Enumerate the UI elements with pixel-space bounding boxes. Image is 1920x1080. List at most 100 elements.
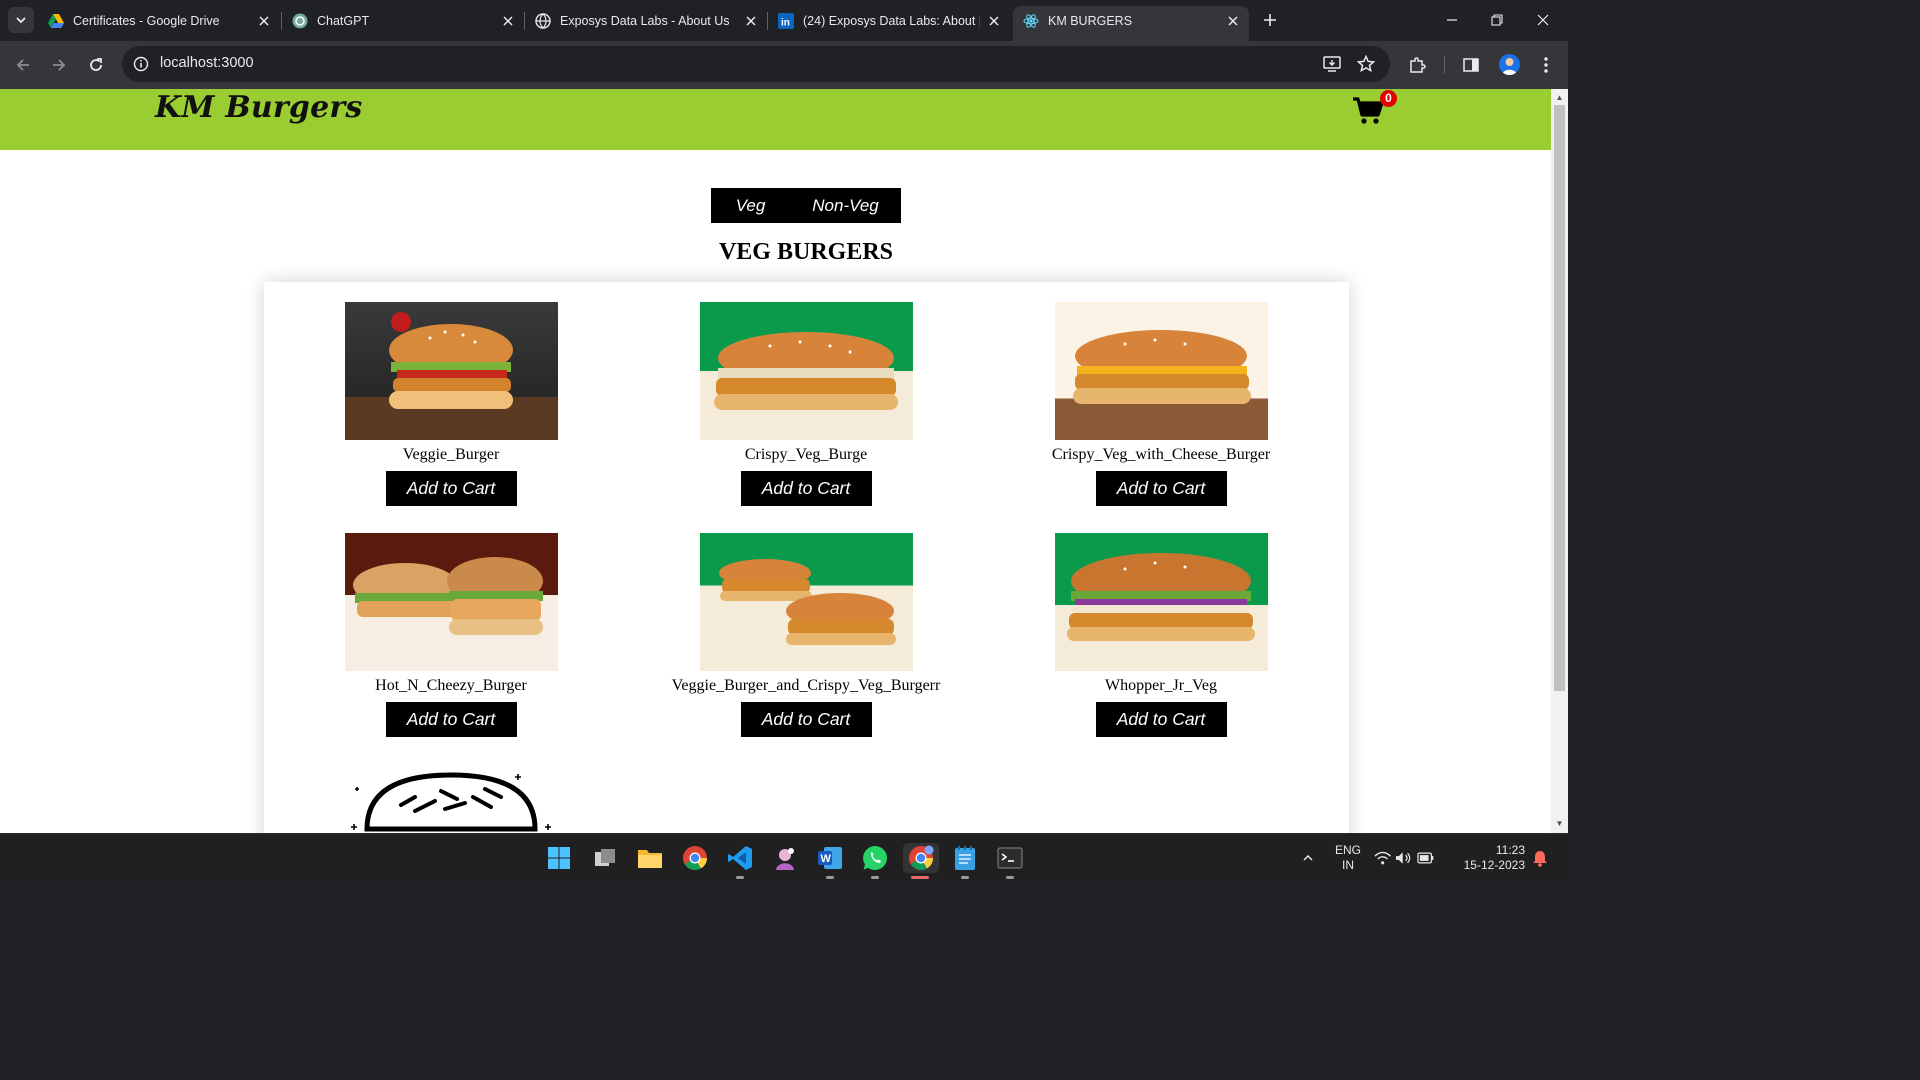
forward-button[interactable] bbox=[47, 53, 71, 77]
restore-button[interactable] bbox=[1484, 8, 1510, 32]
task-view-icon[interactable] bbox=[590, 843, 620, 873]
close-icon[interactable] bbox=[256, 13, 272, 29]
battery-icon bbox=[1416, 852, 1434, 864]
burger-image bbox=[1054, 533, 1268, 671]
burger-image bbox=[1054, 302, 1268, 440]
tab-google-drive[interactable]: Certificates - Google Drive bbox=[48, 6, 272, 35]
word-icon[interactable]: W bbox=[815, 843, 845, 873]
file-explorer-icon[interactable] bbox=[635, 843, 665, 873]
tab-linkedin[interactable]: in (24) Exposys Data Labs: About | bbox=[778, 6, 1002, 35]
page-scrollbar[interactable]: ▲ ▼ bbox=[1551, 89, 1568, 833]
tab-title: ChatGPT bbox=[317, 13, 370, 28]
scroll-down-icon[interactable]: ▼ bbox=[1555, 819, 1564, 828]
svg-text:W: W bbox=[821, 853, 832, 865]
reload-button[interactable] bbox=[84, 53, 108, 77]
show-hidden-icons-chevron-icon[interactable] bbox=[1296, 843, 1320, 873]
windows-taskbar: W ENG IN 11:23 15-12-2023 bbox=[0, 833, 1568, 882]
more-vert-icon bbox=[1544, 57, 1548, 73]
cart-icon[interactable] bbox=[1352, 97, 1384, 125]
restore-icon bbox=[1491, 14, 1503, 26]
chrome-icon[interactable] bbox=[680, 843, 710, 873]
install-app-button[interactable] bbox=[1322, 54, 1342, 74]
scroll-up-icon[interactable]: ▲ bbox=[1555, 93, 1564, 102]
add-to-cart-button[interactable]: Add to Cart bbox=[385, 471, 517, 506]
quick-settings[interactable] bbox=[1374, 843, 1434, 873]
back-arrow-icon bbox=[16, 59, 29, 71]
scroll-thumb[interactable] bbox=[1554, 105, 1565, 691]
minimize-icon bbox=[1447, 19, 1457, 21]
time-text: 11:23 bbox=[1495, 843, 1525, 857]
running-indicator bbox=[736, 876, 744, 879]
vscode-icon[interactable] bbox=[725, 843, 755, 873]
side-panel-button[interactable] bbox=[1460, 54, 1482, 76]
tab-km-burgers[interactable]: KM BURGERS bbox=[1013, 6, 1249, 41]
windows-start-icon[interactable] bbox=[544, 843, 574, 873]
date-text: 15-12-2023 bbox=[1463, 858, 1525, 872]
language-code: ENG bbox=[1334, 843, 1361, 857]
close-icon[interactable] bbox=[986, 13, 1002, 29]
add-to-cart-button[interactable]: Add to Cart bbox=[740, 471, 872, 506]
site-info-icon[interactable] bbox=[133, 56, 149, 72]
tab-separator bbox=[524, 12, 525, 30]
app-icon[interactable] bbox=[770, 843, 800, 873]
notepad-icon[interactable] bbox=[950, 843, 980, 873]
profile-avatar[interactable] bbox=[1499, 54, 1520, 75]
menu-item: Veggie_Burger_and_Crispy_Veg_Burgerr Add… bbox=[656, 533, 956, 737]
page-viewport: KM Burgers 0 Veg Non-Veg VEG BURGERS Veg… bbox=[0, 89, 1551, 833]
close-window-button[interactable] bbox=[1530, 8, 1556, 32]
extensions-button[interactable] bbox=[1406, 54, 1428, 76]
browser-toolbar: localhost:3000 bbox=[0, 41, 1568, 89]
bookmark-button[interactable] bbox=[1356, 54, 1376, 74]
back-button[interactable] bbox=[11, 53, 35, 77]
side-panel-icon bbox=[1463, 58, 1479, 72]
tab-chatgpt[interactable]: ChatGPT bbox=[292, 6, 516, 35]
new-tab-button[interactable] bbox=[1259, 9, 1281, 31]
notifications-bell-icon[interactable] bbox=[1529, 843, 1551, 873]
running-indicator bbox=[961, 876, 969, 879]
menu-item: Whopper_Jr_Veg Add to Cart bbox=[1011, 533, 1311, 737]
add-to-cart-button[interactable]: Add to Cart bbox=[1095, 471, 1227, 506]
whatsapp-icon[interactable] bbox=[860, 843, 890, 873]
veg-button[interactable]: Veg bbox=[711, 188, 790, 223]
menu-item: Veggie_Burger Add to Cart bbox=[301, 302, 601, 506]
burger-image bbox=[344, 533, 558, 671]
tab-exposys-about[interactable]: Exposys Data Labs - About Us bbox=[535, 6, 759, 35]
puzzle-icon bbox=[1410, 57, 1426, 73]
address-bar[interactable]: localhost:3000 bbox=[122, 46, 1390, 82]
close-icon[interactable] bbox=[743, 13, 759, 29]
tab-title: Certificates - Google Drive bbox=[73, 13, 220, 28]
add-to-cart-button[interactable]: Add to Cart bbox=[740, 702, 872, 737]
close-icon[interactable] bbox=[500, 13, 516, 29]
wifi-icon bbox=[1374, 851, 1391, 865]
add-to-cart-button[interactable]: Add to Cart bbox=[385, 702, 517, 737]
non-veg-button[interactable]: Non-Veg bbox=[790, 188, 901, 223]
region-code: IN bbox=[1342, 858, 1354, 872]
minimize-button[interactable] bbox=[1439, 8, 1465, 32]
chatgpt-icon bbox=[292, 13, 308, 29]
google-drive-icon bbox=[48, 13, 64, 29]
brand-title[interactable]: KM Burgers bbox=[155, 90, 362, 125]
react-icon bbox=[1023, 13, 1039, 29]
chrome-profile-icon[interactable] bbox=[903, 843, 939, 873]
burger-bun-icon bbox=[351, 772, 551, 832]
close-icon[interactable] bbox=[1225, 13, 1241, 29]
add-to-cart-button[interactable]: Add to Cart bbox=[1095, 702, 1227, 737]
tab-search-button[interactable] bbox=[8, 7, 34, 33]
running-indicator bbox=[1006, 876, 1014, 879]
menu-item: Hot_N_Cheezy_Burger Add to Cart bbox=[301, 533, 601, 737]
star-icon bbox=[1357, 55, 1375, 73]
burger-image bbox=[699, 533, 913, 671]
plus-icon bbox=[1264, 14, 1276, 26]
linkedin-icon: in bbox=[778, 12, 794, 29]
running-indicator bbox=[826, 876, 834, 879]
menu-panel: Veggie_Burger Add to Cart Crispy_Veg_Bur… bbox=[264, 282, 1349, 833]
language-indicator[interactable]: ENG IN bbox=[1330, 843, 1366, 873]
url-text[interactable]: localhost:3000 bbox=[160, 55, 254, 71]
chrome-menu-button[interactable] bbox=[1535, 54, 1557, 76]
terminal-icon[interactable] bbox=[995, 843, 1025, 873]
burger-image bbox=[344, 302, 558, 440]
tab-title: KM BURGERS bbox=[1048, 13, 1133, 28]
tab-title: (24) Exposys Data Labs: About | bbox=[803, 13, 980, 28]
clock[interactable]: 11:23 15-12-2023 bbox=[1454, 843, 1530, 873]
reload-icon bbox=[90, 58, 102, 71]
